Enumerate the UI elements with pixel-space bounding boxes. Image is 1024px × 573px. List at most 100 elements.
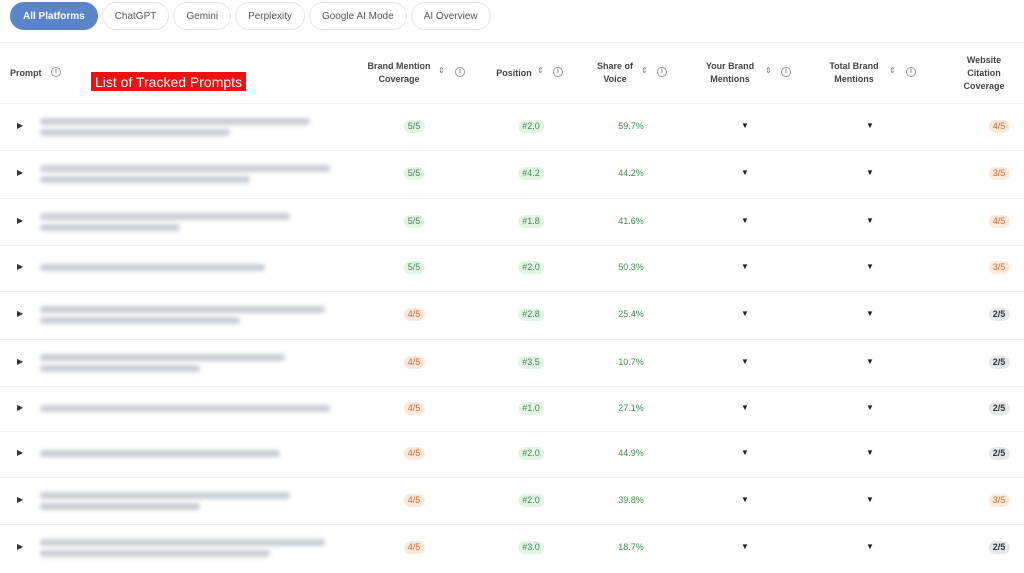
- column-header-share-of-voice[interactable]: Share of Voice: [590, 60, 640, 86]
- total-brand-mentions-dropdown-icon[interactable]: ▼: [866, 357, 874, 366]
- website-citation-coverage-badge: 4/5: [988, 120, 1010, 133]
- total-brand-mentions-dropdown-icon[interactable]: ▼: [866, 262, 874, 271]
- your-brand-mentions-dropdown-icon[interactable]: ▼: [741, 309, 749, 318]
- your-brand-mentions-dropdown-icon[interactable]: ▼: [741, 357, 749, 366]
- column-header-total-brand-mentions[interactable]: Total Brand Mentions: [822, 60, 886, 86]
- prompt-text-redacted: [40, 539, 325, 546]
- share-of-voice-value: 44.2%: [618, 168, 644, 178]
- website-citation-coverage-badge: 3/5: [988, 167, 1010, 180]
- sort-icon[interactable]: ⇕: [765, 67, 772, 75]
- prompt-text-redacted: [40, 264, 265, 271]
- platform-tabs: All Platforms ChatGPT Gemini Perplexity …: [10, 2, 491, 30]
- column-header-prompt: Prompt: [10, 68, 42, 78]
- share-of-voice-value: 25.4%: [618, 309, 644, 319]
- chevron-right-icon[interactable]: ▶: [17, 357, 23, 366]
- sort-icon[interactable]: ⇕: [889, 67, 896, 75]
- website-citation-coverage-badge: 2/5: [988, 308, 1010, 321]
- info-circle-icon[interactable]: i: [906, 67, 916, 77]
- brand-mention-coverage-badge: 5/5: [403, 261, 425, 274]
- tab-all-platforms[interactable]: All Platforms: [10, 2, 98, 30]
- website-citation-coverage-badge: 3/5: [988, 494, 1010, 507]
- info-circle-icon[interactable]: i: [781, 67, 791, 77]
- tab-gemini[interactable]: Gemini: [173, 2, 232, 30]
- chevron-right-icon[interactable]: ▶: [17, 309, 23, 318]
- sort-icon[interactable]: ⇕: [641, 67, 648, 75]
- column-header-brand-mention-coverage[interactable]: Brand Mention Coverage: [358, 60, 440, 86]
- header-divider: [0, 42, 1024, 43]
- chevron-right-icon[interactable]: ▶: [17, 542, 23, 551]
- info-circle-icon[interactable]: i: [455, 67, 465, 77]
- position-badge: #2.8: [518, 308, 544, 321]
- brand-mention-coverage-badge: 4/5: [403, 356, 425, 369]
- chevron-right-icon[interactable]: ▶: [17, 448, 23, 457]
- brand-mention-coverage-badge: 5/5: [403, 120, 425, 133]
- tab-chatgpt[interactable]: ChatGPT: [101, 2, 170, 30]
- your-brand-mentions-dropdown-icon[interactable]: ▼: [741, 403, 749, 412]
- your-brand-mentions-dropdown-icon[interactable]: ▼: [741, 216, 749, 225]
- brand-mention-coverage-badge: 5/5: [403, 167, 425, 180]
- prompt-text-redacted: [40, 176, 250, 183]
- prompt-text-redacted: [40, 306, 325, 313]
- brand-mention-coverage-badge: 4/5: [403, 494, 425, 507]
- total-brand-mentions-dropdown-icon[interactable]: ▼: [866, 168, 874, 177]
- prompt-text-redacted: [40, 165, 330, 172]
- website-citation-coverage-badge: 2/5: [988, 356, 1010, 369]
- website-citation-coverage-badge: 2/5: [988, 447, 1010, 460]
- chevron-right-icon[interactable]: ▶: [17, 168, 23, 177]
- prompt-text-redacted: [40, 354, 285, 361]
- total-brand-mentions-dropdown-icon[interactable]: ▼: [866, 495, 874, 504]
- total-brand-mentions-dropdown-icon[interactable]: ▼: [866, 309, 874, 318]
- prompt-text-redacted: [40, 503, 200, 510]
- prompt-text-redacted: [40, 550, 270, 557]
- position-badge: #4.2: [518, 167, 544, 180]
- your-brand-mentions-dropdown-icon[interactable]: ▼: [741, 448, 749, 457]
- chevron-right-icon[interactable]: ▶: [17, 495, 23, 504]
- prompt-text-redacted: [40, 365, 200, 372]
- brand-mention-coverage-badge: 4/5: [403, 402, 425, 415]
- your-brand-mentions-dropdown-icon[interactable]: ▼: [741, 542, 749, 551]
- your-brand-mentions-dropdown-icon[interactable]: ▼: [741, 121, 749, 130]
- tab-perplexity[interactable]: Perplexity: [235, 2, 305, 30]
- prompt-text-redacted: [40, 450, 280, 457]
- annotation-label: List of Tracked Prompts: [91, 72, 247, 91]
- brand-mention-coverage-badge: 4/5: [403, 447, 425, 460]
- column-header-website-citation-coverage[interactable]: Website Citation Coverage: [952, 54, 1016, 93]
- chevron-right-icon[interactable]: ▶: [17, 216, 23, 225]
- info-circle-icon[interactable]: i: [553, 67, 563, 77]
- column-header-position[interactable]: Position: [490, 67, 538, 80]
- your-brand-mentions-dropdown-icon[interactable]: ▼: [741, 262, 749, 271]
- chevron-right-icon[interactable]: ▶: [17, 121, 23, 130]
- chevron-right-icon[interactable]: ▶: [17, 262, 23, 271]
- column-header-your-brand-mentions[interactable]: Your Brand Mentions: [698, 60, 762, 86]
- sort-icon[interactable]: ⇕: [438, 67, 445, 75]
- website-citation-coverage-badge: 2/5: [988, 402, 1010, 415]
- tab-google-ai-mode[interactable]: Google AI Mode: [308, 2, 407, 30]
- total-brand-mentions-dropdown-icon[interactable]: ▼: [866, 542, 874, 551]
- total-brand-mentions-dropdown-icon[interactable]: ▼: [866, 121, 874, 130]
- prompt-text-redacted: [40, 405, 330, 412]
- share-of-voice-value: 44.9%: [618, 448, 644, 458]
- total-brand-mentions-dropdown-icon[interactable]: ▼: [866, 403, 874, 412]
- website-citation-coverage-badge: 4/5: [988, 215, 1010, 228]
- tab-ai-overview[interactable]: AI Overview: [410, 2, 491, 30]
- share-of-voice-value: 59.7%: [618, 121, 644, 131]
- sort-icon[interactable]: ⇕: [537, 67, 544, 75]
- prompt-text-redacted: [40, 492, 290, 499]
- prompt-text-redacted: [40, 317, 240, 324]
- brand-mention-coverage-badge: 5/5: [403, 215, 425, 228]
- website-citation-coverage-badge: 3/5: [988, 261, 1010, 274]
- your-brand-mentions-dropdown-icon[interactable]: ▼: [741, 168, 749, 177]
- info-circle-icon[interactable]: i: [657, 67, 667, 77]
- chevron-right-icon[interactable]: ▶: [17, 403, 23, 412]
- brand-mention-coverage-badge: 4/5: [403, 541, 425, 554]
- your-brand-mentions-dropdown-icon[interactable]: ▼: [741, 495, 749, 504]
- position-badge: #1.0: [518, 402, 544, 415]
- info-circle-icon[interactable]: i: [51, 67, 61, 77]
- prompt-text-redacted: [40, 129, 230, 136]
- total-brand-mentions-dropdown-icon[interactable]: ▼: [866, 448, 874, 457]
- total-brand-mentions-dropdown-icon[interactable]: ▼: [866, 216, 874, 225]
- position-badge: #2.0: [518, 494, 544, 507]
- brand-mention-coverage-badge: 4/5: [403, 308, 425, 321]
- position-badge: #3.5: [518, 356, 544, 369]
- share-of-voice-value: 39.8%: [618, 495, 644, 505]
